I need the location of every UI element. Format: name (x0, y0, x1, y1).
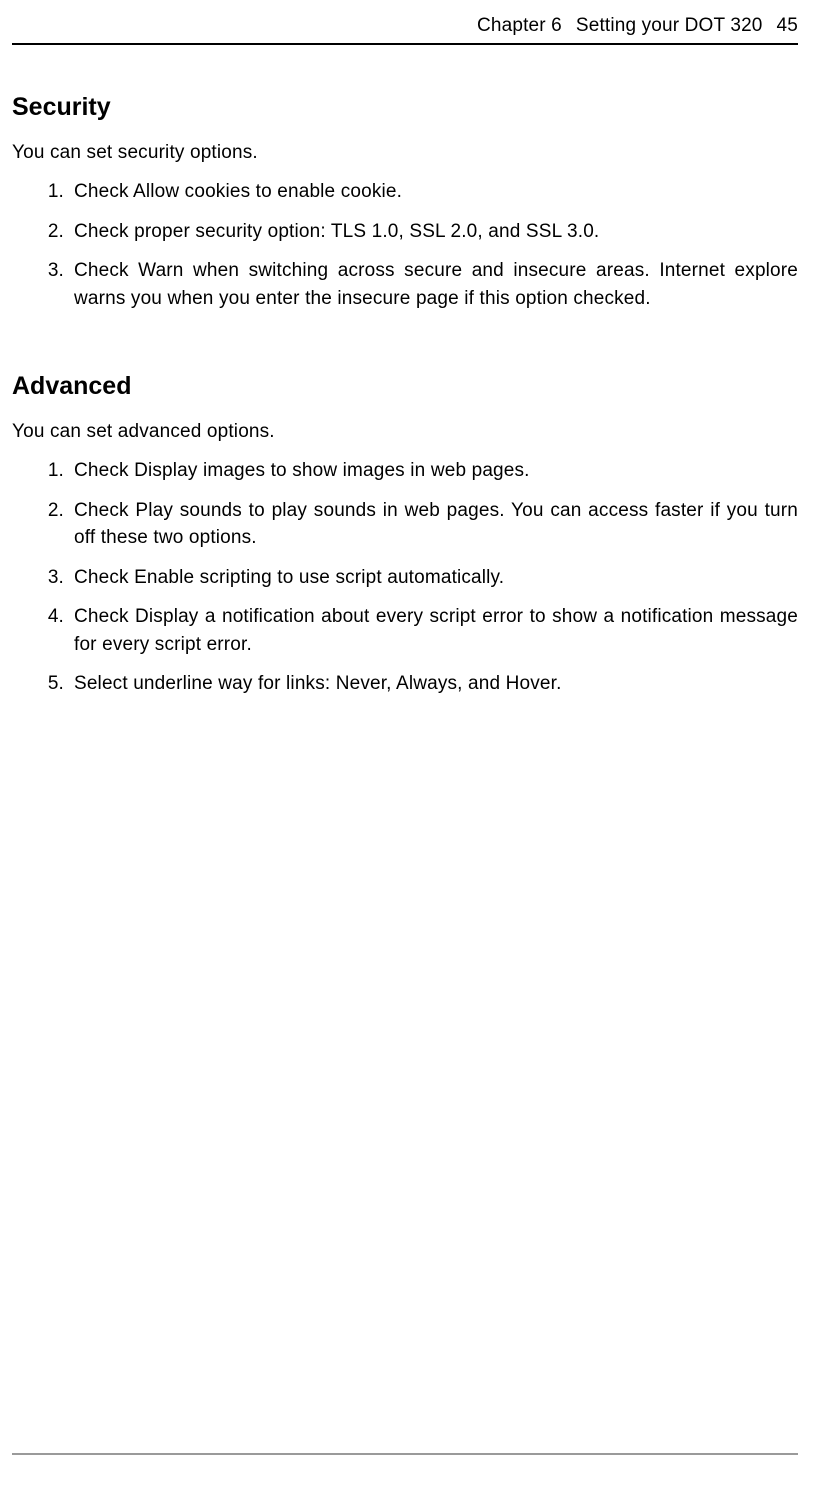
item-text: Check Enable scripting to use script aut… (74, 567, 504, 588)
item-number: 3. (34, 564, 64, 592)
item-number: 2. (34, 218, 64, 246)
item-number: 4. (34, 603, 64, 631)
section-heading: Advanced (12, 372, 798, 401)
footer-rule (12, 1453, 798, 1455)
list-item: 2. Check proper security option: TLS 1.0… (74, 218, 798, 246)
page-content: Security You can set security options. 1… (12, 93, 798, 1453)
list-item: 1. Check Display images to show images i… (74, 457, 798, 485)
chapter-label: Chapter 6 (477, 15, 562, 36)
item-text: Check Play sounds to play sounds in web … (74, 500, 798, 549)
steps-list: 1. Check Allow cookies to enable cookie.… (12, 178, 798, 312)
page-header: Chapter 6 Setting your DOT 320 45 (12, 15, 798, 45)
item-text: Check Display a notification about every… (74, 606, 798, 655)
item-number: 5. (34, 670, 64, 698)
item-number: 3. (34, 257, 64, 285)
item-text: Check proper security option: TLS 1.0, S… (74, 221, 599, 242)
list-item: 5. Select underline way for links: Never… (74, 670, 798, 698)
item-text: Check Allow cookies to enable cookie. (74, 181, 402, 202)
section-intro: You can set security options. (12, 142, 798, 164)
steps-list: 1. Check Display images to show images i… (12, 457, 798, 698)
item-number: 1. (34, 457, 64, 485)
page-number: 45 (777, 15, 798, 36)
list-item: 4. Check Display a notification about ev… (74, 603, 798, 658)
section-heading: Security (12, 93, 798, 122)
chapter-title: Setting your DOT 320 (576, 15, 763, 36)
item-number: 2. (34, 497, 64, 525)
item-number: 1. (34, 178, 64, 206)
list-item: 1. Check Allow cookies to enable cookie. (74, 178, 798, 206)
section-advanced: Advanced You can set advanced options. 1… (12, 372, 798, 698)
item-text: Check Warn when switching across secure … (74, 260, 798, 309)
list-item: 3. Check Enable scripting to use script … (74, 564, 798, 592)
section-security: Security You can set security options. 1… (12, 93, 798, 312)
list-item: 3. Check Warn when switching across secu… (74, 257, 798, 312)
section-intro: You can set advanced options. (12, 421, 798, 443)
page: Chapter 6 Setting your DOT 320 45 Security… (0, 0, 833, 1485)
item-text: Check Display images to show images in w… (74, 460, 530, 481)
list-item: 2. Check Play sounds to play sounds in w… (74, 497, 798, 552)
item-text: Select underline way for links: Never, A… (74, 673, 562, 694)
